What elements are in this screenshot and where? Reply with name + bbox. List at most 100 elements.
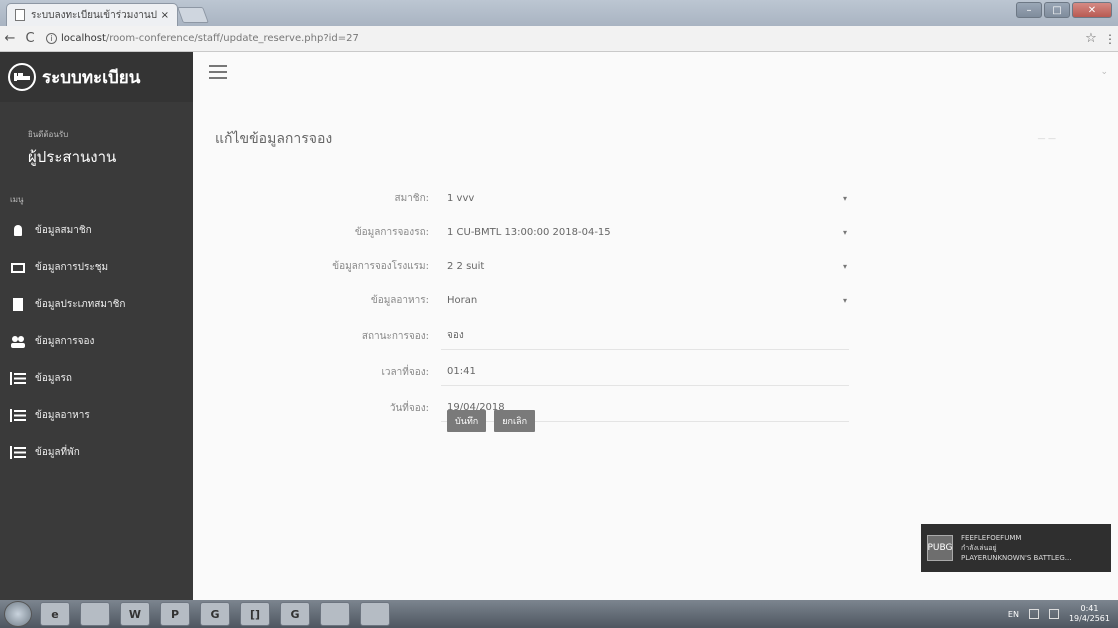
- user-icon: [10, 224, 26, 237]
- window-controls: – □ ✕: [1016, 2, 1112, 18]
- car-reservation-label: ข้อมูลการจองรถ:: [354, 226, 429, 238]
- minimize-button[interactable]: –: [1016, 2, 1042, 18]
- back-button[interactable]: ←: [0, 31, 20, 46]
- time-field[interactable]: 01:41: [441, 358, 849, 386]
- browser-tab[interactable]: ระบบลงทะเบียนเข้าร่วมงานประชุม ×: [6, 3, 178, 26]
- list-icon: [10, 372, 26, 385]
- caret-down-icon: ▾: [842, 295, 847, 305]
- member-select-value: 1 vvv: [447, 192, 475, 204]
- clock-date: 19/4/2561: [1068, 614, 1110, 623]
- food-label: ข้อมูลอาหาร:: [370, 294, 429, 306]
- car-reservation-select[interactable]: 1 CU-BMTL 13:00:00 2018-04-15 ▾: [441, 218, 849, 246]
- system-tray: EN 0:41 19/4/2561: [1008, 600, 1110, 628]
- car-reservation-value: 1 CU-BMTL 13:00:00 2018-04-15: [447, 226, 611, 238]
- keyboard-icon: [10, 261, 26, 274]
- brand[interactable]: ระบบทะเบียน: [0, 52, 193, 102]
- sidebar: ระบบทะเบียน ยินดีต้อนรับ ผู้ประสานงาน เม…: [0, 52, 193, 600]
- notification-line-1: FEEFLEFOEFUMM: [961, 534, 1022, 542]
- language-indicator[interactable]: EN: [1008, 610, 1019, 619]
- form-row-hotel: ข้อมูลการจองโรงแรม: 2 2 suit ▾: [193, 252, 849, 280]
- taskbar-app-ie[interactable]: e: [40, 602, 70, 626]
- taskbar-app-misc[interactable]: [320, 602, 350, 626]
- taskbar-app-powerpoint[interactable]: P: [160, 602, 190, 626]
- chevron-down-icon[interactable]: ⌄: [1100, 67, 1108, 77]
- welcome-label: ยินดีต้อนรับ: [28, 130, 69, 139]
- page-icon: [15, 9, 25, 21]
- clock[interactable]: 0:41 19/4/2561: [1069, 604, 1110, 624]
- taskbar: e W P G [] G EN 0:41 19/4/2561: [0, 600, 1118, 628]
- hotel-reservation-select[interactable]: 2 2 suit ▾: [441, 252, 849, 280]
- network-icon[interactable]: [1028, 609, 1039, 619]
- notification-line-2: กำลังเล่นอยู่: [961, 544, 997, 552]
- info-icon[interactable]: i: [46, 33, 57, 44]
- tab-title: ระบบลงทะเบียนเข้าร่วมงานประชุม: [31, 9, 157, 21]
- browser-menu-icon[interactable]: ⋮: [1102, 32, 1118, 46]
- form-row-car: ข้อมูลการจองรถ: 1 CU-BMTL 13:00:00 2018-…: [193, 218, 849, 246]
- game-logo-icon: PUBG: [927, 535, 953, 561]
- url-path: /room-conference/staff/update_reserve.ph…: [105, 33, 359, 44]
- member-select[interactable]: 1 vvv ▾: [441, 184, 849, 212]
- sidebar-item-label: ข้อมูลการจอง: [35, 336, 95, 347]
- food-select[interactable]: Horan ▾: [441, 286, 849, 314]
- sidebar-item-cars[interactable]: ข้อมูลรถ: [0, 360, 193, 397]
- caret-down-icon: ▾: [842, 227, 847, 237]
- sidebar-item-members[interactable]: ข้อมูลสมาชิก: [0, 212, 193, 249]
- time-label: เวลาที่จอง:: [381, 366, 430, 378]
- save-button[interactable]: บันทึก: [447, 410, 487, 432]
- sidebar-item-label: ข้อมูลที่พัก: [35, 447, 80, 458]
- close-window-button[interactable]: ✕: [1072, 2, 1112, 18]
- main-content: ⌄ แก้ไขข้อมูลการจอง — — สมาชิก: 1 vvv ▾ …: [193, 52, 1118, 600]
- list-icon: [10, 446, 26, 459]
- cancel-button[interactable]: ยกเลิก: [494, 410, 536, 432]
- hotel-reservation-label: ข้อมูลการจองโรงแรม:: [332, 260, 429, 272]
- sidebar-item-label: ข้อมูลรถ: [35, 373, 72, 384]
- start-button[interactable]: [4, 601, 32, 627]
- caret-down-icon: ▾: [842, 193, 847, 203]
- address-bar: ← C i localhost /room-conference/staff/u…: [0, 26, 1118, 52]
- form-row-status: สถานะการจอง: จอง: [193, 322, 849, 350]
- sidebar-item-lodging[interactable]: ข้อมูลที่พัก: [0, 434, 193, 471]
- sidebar-item-meetings[interactable]: ข้อมูลการประชุม: [0, 249, 193, 286]
- form-row-time: เวลาที่จอง: 01:41: [193, 358, 849, 386]
- notification-text: FEEFLEFOEFUMM กำลังเล่นอยู่ PLAYERUNKNOW…: [961, 533, 1071, 563]
- sidebar-item-member-types[interactable]: ข้อมูลประเภทสมาชิก: [0, 286, 193, 323]
- top-bar: ⌄: [193, 52, 1118, 92]
- bookmark-star-icon[interactable]: ☆: [1080, 31, 1102, 46]
- member-label: สมาชิก:: [394, 192, 429, 204]
- reload-button[interactable]: C: [20, 31, 40, 46]
- header-controls: — —: [1037, 134, 1056, 143]
- sidebar-item-label: ข้อมูลการประชุม: [35, 262, 109, 273]
- clock-time: 0:41: [1080, 604, 1099, 613]
- browser-tab-bar: ระบบลงทะเบียนเข้าร่วมงานประชุม × – □ ✕: [0, 0, 1118, 26]
- food-select-value: Horan: [447, 294, 478, 306]
- sidebar-item-label: ข้อมูลอาหาร: [35, 410, 90, 421]
- taskbar-app-explorer[interactable]: [80, 602, 110, 626]
- bed-icon: [8, 63, 36, 91]
- url-host: localhost: [61, 33, 106, 44]
- hamburger-menu-icon[interactable]: [209, 65, 227, 79]
- url-field[interactable]: i localhost /room-conference/staff/updat…: [46, 29, 1072, 49]
- new-tab-button[interactable]: [177, 7, 209, 23]
- taskbar-app-misc-2[interactable]: [360, 602, 390, 626]
- taskbar-app-word[interactable]: W: [120, 602, 150, 626]
- maximize-button[interactable]: □: [1044, 2, 1070, 18]
- menu-heading: เมนู: [10, 195, 24, 204]
- document-icon: [10, 298, 26, 311]
- users-icon: [10, 335, 26, 348]
- hotel-reservation-value: 2 2 suit: [447, 260, 485, 272]
- page-title: แก้ไขข้อมูลการจอง: [215, 131, 333, 147]
- status-label: สถานะการจอง:: [361, 330, 429, 342]
- game-notification[interactable]: PUBG FEEFLEFOEFUMM กำลังเล่นอยู่ PLAYERU…: [921, 524, 1111, 572]
- tab-close-icon[interactable]: ×: [161, 10, 169, 21]
- form-row-food: ข้อมูลอาหาร: Horan ▾: [193, 286, 849, 314]
- sidebar-item-reservations[interactable]: ข้อมูลการจอง: [0, 323, 193, 360]
- volume-icon[interactable]: [1048, 609, 1059, 619]
- taskbar-app-chrome[interactable]: G: [200, 602, 230, 626]
- sidebar-item-food[interactable]: ข้อมูลอาหาร: [0, 397, 193, 434]
- date-label: วันที่จอง:: [389, 402, 429, 414]
- caret-down-icon: ▾: [842, 261, 847, 271]
- welcome-user: ผู้ประสานงาน: [28, 148, 117, 166]
- taskbar-app-chrome-2[interactable]: G: [280, 602, 310, 626]
- taskbar-app-brackets[interactable]: []: [240, 602, 270, 626]
- status-field[interactable]: จอง: [441, 322, 849, 350]
